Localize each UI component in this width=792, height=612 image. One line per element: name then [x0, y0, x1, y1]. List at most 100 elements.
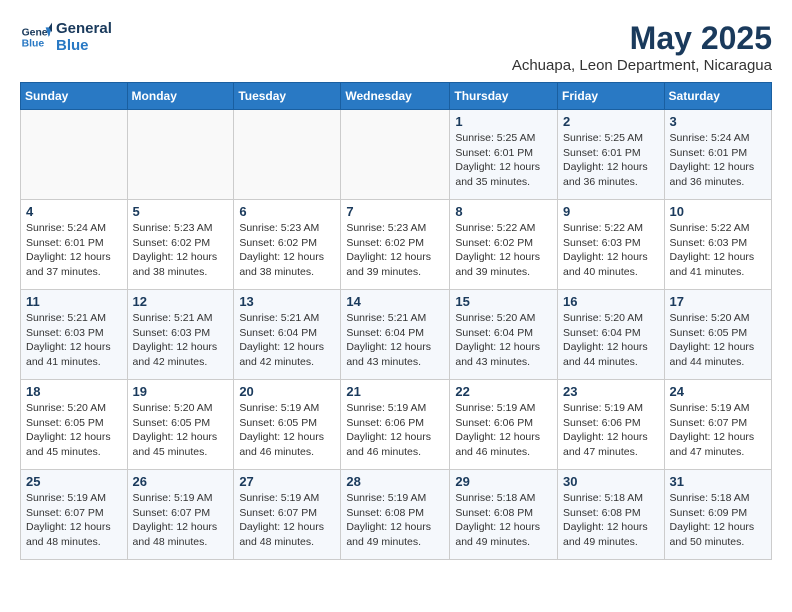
day-cell: 26Sunrise: 5:19 AM Sunset: 6:07 PM Dayli…: [127, 470, 234, 560]
day-info: Sunrise: 5:20 AM Sunset: 6:05 PM Dayligh…: [26, 401, 122, 460]
day-cell: 21Sunrise: 5:19 AM Sunset: 6:06 PM Dayli…: [341, 380, 450, 470]
day-cell: 5 Sunrise: 5:23 AM Sunset: 6:02 PM Daylig…: [127, 200, 234, 290]
day-number: 6: [239, 204, 335, 219]
day-cell: 2 Sunrise: 5:25 AM Sunset: 6:01 PM Daylig…: [558, 110, 665, 200]
day-number: 2: [563, 114, 659, 129]
day-number: 22: [455, 384, 552, 399]
day-info: Sunrise: 5:22 AM Sunset: 6:02 PM Dayligh…: [455, 221, 552, 280]
week-row-1: 1 Sunrise: 5:25 AM Sunset: 6:01 PM Daylig…: [21, 110, 772, 200]
day-cell: 24 Sunrise: 5:19 AM Sunset: 6:07 PM Dayli…: [664, 380, 771, 470]
day-number: 24: [670, 384, 766, 399]
day-info: Sunrise: 5:20 AM Sunset: 6:05 PM Dayligh…: [133, 401, 229, 460]
day-number: 11: [26, 294, 122, 309]
logo-line1: General: [56, 20, 112, 37]
day-number: 12: [133, 294, 229, 309]
day-cell: 11 Sunrise: 5:21 AM Sunset: 6:03 PM Dayli…: [21, 290, 128, 380]
day-info: Sunrise: 5:24 AM Sunset: 6:01 PM Dayligh…: [670, 131, 766, 190]
day-number: 8: [455, 204, 552, 219]
logo: General Blue General Blue: [20, 20, 112, 54]
logo-line2: Blue: [56, 37, 112, 54]
header-cell-tuesday: Tuesday: [234, 83, 341, 110]
day-number: 26: [133, 474, 229, 489]
day-info: Sunrise: 5:19 AM Sunset: 6:05 PM Dayligh…: [239, 401, 335, 460]
day-info: Sunrise: 5:19 AM Sunset: 6:08 PM Dayligh…: [346, 491, 444, 550]
day-cell: 27Sunrise: 5:19 AM Sunset: 6:07 PM Dayli…: [234, 470, 341, 560]
day-info: Sunrise: 5:23 AM Sunset: 6:02 PM Dayligh…: [239, 221, 335, 280]
page-header: General Blue General Blue May 2025 Achua…: [20, 20, 772, 74]
day-number: 13: [239, 294, 335, 309]
calendar-header: SundayMondayTuesdayWednesdayThursdayFrid…: [21, 83, 772, 110]
day-cell: 15 Sunrise: 5:20 AM Sunset: 6:04 PM Dayli…: [450, 290, 558, 380]
day-number: 30: [563, 474, 659, 489]
day-info: Sunrise: 5:21 AM Sunset: 6:04 PM Dayligh…: [239, 311, 335, 370]
day-number: 27: [239, 474, 335, 489]
day-cell: 20 Sunrise: 5:19 AM Sunset: 6:05 PM Dayli…: [234, 380, 341, 470]
day-cell: 4Sunrise: 5:24 AM Sunset: 6:01 PM Daylig…: [21, 200, 128, 290]
week-row-5: 25Sunrise: 5:19 AM Sunset: 6:07 PM Dayli…: [21, 470, 772, 560]
day-cell: 25Sunrise: 5:19 AM Sunset: 6:07 PM Dayli…: [21, 470, 128, 560]
day-cell: [234, 110, 341, 200]
day-number: 9: [563, 204, 659, 219]
day-number: 28: [346, 474, 444, 489]
day-cell: 17 Sunrise: 5:20 AM Sunset: 6:05 PM Dayli…: [664, 290, 771, 380]
day-cell: [341, 110, 450, 200]
day-info: Sunrise: 5:21 AM Sunset: 6:03 PM Dayligh…: [26, 311, 122, 370]
day-info: Sunrise: 5:24 AM Sunset: 6:01 PM Dayligh…: [26, 221, 122, 280]
day-cell: 22 Sunrise: 5:19 AM Sunset: 6:06 PM Dayli…: [450, 380, 558, 470]
day-cell: 12 Sunrise: 5:21 AM Sunset: 6:03 PM Dayli…: [127, 290, 234, 380]
day-info: Sunrise: 5:23 AM Sunset: 6:02 PM Dayligh…: [346, 221, 444, 280]
day-number: 10: [670, 204, 766, 219]
day-cell: 29Sunrise: 5:18 AM Sunset: 6:08 PM Dayli…: [450, 470, 558, 560]
location-title: Achuapa, Leon Department, Nicaragua: [512, 57, 772, 74]
svg-text:Blue: Blue: [22, 39, 45, 50]
day-number: 31: [670, 474, 766, 489]
header-cell-thursday: Thursday: [450, 83, 558, 110]
day-cell: 8 Sunrise: 5:22 AM Sunset: 6:02 PM Daylig…: [450, 200, 558, 290]
day-info: Sunrise: 5:18 AM Sunset: 6:08 PM Dayligh…: [563, 491, 659, 550]
day-cell: [21, 110, 128, 200]
day-cell: 23Sunrise: 5:19 AM Sunset: 6:06 PM Dayli…: [558, 380, 665, 470]
day-cell: 7 Sunrise: 5:23 AM Sunset: 6:02 PM Daylig…: [341, 200, 450, 290]
day-number: 5: [133, 204, 229, 219]
header-cell-saturday: Saturday: [664, 83, 771, 110]
day-number: 17: [670, 294, 766, 309]
day-info: Sunrise: 5:22 AM Sunset: 6:03 PM Dayligh…: [563, 221, 659, 280]
header-row: SundayMondayTuesdayWednesdayThursdayFrid…: [21, 83, 772, 110]
day-number: 29: [455, 474, 552, 489]
day-number: 25: [26, 474, 122, 489]
day-info: Sunrise: 5:25 AM Sunset: 6:01 PM Dayligh…: [563, 131, 659, 190]
title-section: May 2025 Achuapa, Leon Department, Nicar…: [512, 20, 772, 74]
day-info: Sunrise: 5:25 AM Sunset: 6:01 PM Dayligh…: [455, 131, 552, 190]
day-info: Sunrise: 5:20 AM Sunset: 6:05 PM Dayligh…: [670, 311, 766, 370]
day-number: 20: [239, 384, 335, 399]
day-number: 16: [563, 294, 659, 309]
day-info: Sunrise: 5:19 AM Sunset: 6:07 PM Dayligh…: [670, 401, 766, 460]
day-cell: 9 Sunrise: 5:22 AM Sunset: 6:03 PM Daylig…: [558, 200, 665, 290]
day-info: Sunrise: 5:23 AM Sunset: 6:02 PM Dayligh…: [133, 221, 229, 280]
day-number: 21: [346, 384, 444, 399]
day-number: 23: [563, 384, 659, 399]
logo-icon: General Blue: [20, 21, 52, 53]
day-info: Sunrise: 5:20 AM Sunset: 6:04 PM Dayligh…: [563, 311, 659, 370]
day-info: Sunrise: 5:19 AM Sunset: 6:06 PM Dayligh…: [455, 401, 552, 460]
day-cell: 16 Sunrise: 5:20 AM Sunset: 6:04 PM Dayli…: [558, 290, 665, 380]
header-cell-sunday: Sunday: [21, 83, 128, 110]
day-info: Sunrise: 5:21 AM Sunset: 6:03 PM Dayligh…: [133, 311, 229, 370]
day-cell: 1 Sunrise: 5:25 AM Sunset: 6:01 PM Daylig…: [450, 110, 558, 200]
calendar-table: SundayMondayTuesdayWednesdayThursdayFrid…: [20, 82, 772, 560]
day-number: 3: [670, 114, 766, 129]
day-cell: 13 Sunrise: 5:21 AM Sunset: 6:04 PM Dayli…: [234, 290, 341, 380]
week-row-2: 4Sunrise: 5:24 AM Sunset: 6:01 PM Daylig…: [21, 200, 772, 290]
header-cell-wednesday: Wednesday: [341, 83, 450, 110]
header-cell-monday: Monday: [127, 83, 234, 110]
day-number: 15: [455, 294, 552, 309]
day-info: Sunrise: 5:20 AM Sunset: 6:04 PM Dayligh…: [455, 311, 552, 370]
day-number: 7: [346, 204, 444, 219]
calendar-body: 1 Sunrise: 5:25 AM Sunset: 6:01 PM Daylig…: [21, 110, 772, 560]
day-cell: 31Sunrise: 5:18 AM Sunset: 6:09 PM Dayli…: [664, 470, 771, 560]
day-info: Sunrise: 5:22 AM Sunset: 6:03 PM Dayligh…: [670, 221, 766, 280]
day-number: 1: [455, 114, 552, 129]
day-cell: 14Sunrise: 5:21 AM Sunset: 6:04 PM Dayli…: [341, 290, 450, 380]
day-cell: 19Sunrise: 5:20 AM Sunset: 6:05 PM Dayli…: [127, 380, 234, 470]
day-cell: 10 Sunrise: 5:22 AM Sunset: 6:03 PM Dayli…: [664, 200, 771, 290]
